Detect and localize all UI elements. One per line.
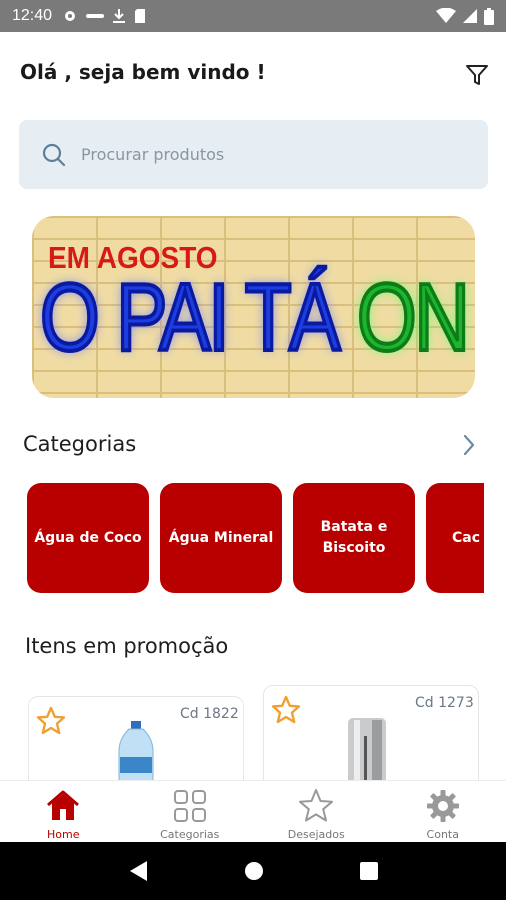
category-label: Batata e Biscoito	[320, 519, 388, 556]
status-system-icons	[436, 7, 494, 25]
category-label: Água de Coco	[34, 529, 142, 546]
nav-conta[interactable]: Conta	[380, 781, 506, 842]
category-card[interactable]: Água Mineral	[160, 483, 282, 593]
home-circle-icon[interactable]	[243, 860, 265, 882]
star-icon	[299, 789, 334, 822]
battery-icon	[484, 7, 494, 25]
product-code: Cd 1822	[180, 706, 239, 722]
favorite-star-icon[interactable]	[35, 705, 67, 737]
promo-banner[interactable]: EM AGOSTO O PAI TÁ ON	[32, 216, 475, 398]
sd-card-icon	[135, 9, 146, 23]
favorite-star-icon[interactable]	[270, 694, 302, 726]
download-icon	[113, 9, 126, 23]
bottom-navigation: Home Categorias Desejados Conta	[0, 780, 506, 842]
nav-label: Conta	[426, 828, 459, 841]
status-notification-icons	[62, 8, 146, 24]
search-input[interactable]	[81, 145, 441, 164]
back-icon[interactable]	[127, 859, 149, 883]
product-code: Cd 1273	[415, 695, 474, 711]
category-card[interactable]: Água de Coco	[27, 483, 149, 593]
categories-list: Água de Coco Água Mineral Batata e Bisco…	[27, 483, 484, 593]
home-icon	[47, 790, 80, 820]
chevron-right-icon[interactable]	[458, 432, 480, 458]
nav-home[interactable]: Home	[0, 781, 127, 842]
promotions-title: Itens em promoção	[25, 634, 229, 658]
nav-categorias[interactable]: Categorias	[127, 781, 254, 842]
nav-desejados[interactable]: Desejados	[253, 781, 380, 842]
system-navigation-bar	[0, 842, 506, 900]
gear-icon	[426, 790, 459, 822]
status-bar: 12:40	[0, 0, 506, 32]
banner-headline: O PAI TÁ ON	[38, 266, 471, 370]
greeting-title: Olá , seja bem vindo !	[20, 60, 266, 84]
filter-icon[interactable]	[464, 62, 490, 88]
search-icon	[42, 143, 66, 166]
nav-label: Desejados	[287, 828, 345, 841]
app-notification-icon	[86, 14, 105, 18]
nav-label: Home	[47, 828, 80, 841]
wifi-icon	[436, 8, 456, 23]
search-bar[interactable]	[19, 120, 488, 189]
category-label: Cac	[452, 529, 481, 546]
banner-word2: ON	[355, 264, 471, 371]
status-time: 12:40	[12, 7, 53, 24]
nav-label: Categorias	[160, 828, 220, 841]
category-label: Água Mineral	[168, 529, 274, 546]
categories-title: Categorias	[23, 432, 137, 456]
category-card[interactable]: Cac	[426, 483, 484, 593]
signal-icon	[463, 9, 477, 23]
category-card[interactable]: Batata e Biscoito	[293, 483, 415, 593]
recents-icon[interactable]	[359, 861, 379, 881]
banner-word1: O PAI TÁ	[38, 264, 342, 371]
settings-icon	[65, 11, 76, 21]
grid-icon	[173, 790, 206, 822]
